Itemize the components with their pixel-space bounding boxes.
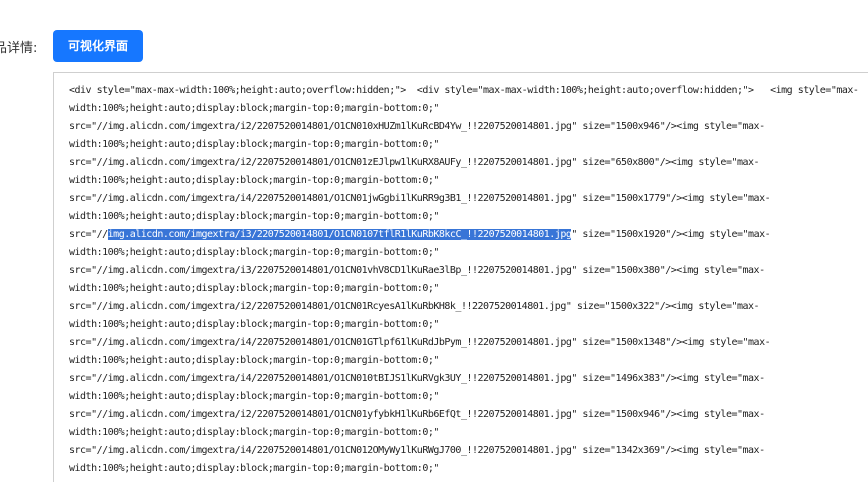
code-line[interactable]: width:100%;height:auto;display:block;mar… — [69, 280, 868, 298]
code-line-text[interactable]: src="// — [69, 229, 108, 240]
code-line-text[interactable]: width:100%;height:auto;display:block;mar… — [69, 463, 439, 474]
code-line[interactable]: width:100%;height:auto;display:block;mar… — [69, 424, 868, 442]
code-line-text[interactable]: src="//img.alicdn.com/imgextra/i4/220752… — [69, 373, 765, 384]
selected-text[interactable]: img.alicdn.com/imgextra/i3/2207520014801… — [107, 229, 572, 240]
product-detail-editor-page: 品详情: 可视化界面 <div style="max-max-width:100… — [0, 0, 868, 482]
code-line-text[interactable]: width:100%;height:auto;display:block;mar… — [69, 427, 439, 438]
code-line[interactable]: width:100%;height:auto;display:block;mar… — [69, 136, 868, 154]
code-line-text[interactable]: src="//img.alicdn.com/imgextra/i2/220752… — [69, 301, 760, 312]
code-line[interactable]: src="//img.alicdn.com/imgextra/i3/220752… — [69, 262, 868, 280]
code-line[interactable]: src="//img.alicdn.com/imgextra/i4/220752… — [69, 334, 868, 352]
code-line[interactable]: src="//img.alicdn.com/imgextra/i2/220752… — [69, 154, 868, 172]
code-line-text[interactable]: src="//img.alicdn.com/imgextra/i4/220752… — [69, 193, 771, 204]
code-line-text[interactable]: width:100%;height:auto;display:block;mar… — [69, 283, 439, 294]
code-line-text[interactable]: width:100%;height:auto;display:block;mar… — [69, 139, 439, 150]
code-line[interactable]: src="//img.alicdn.com/imgextra/i4/220752… — [69, 442, 868, 460]
code-line[interactable]: width:100%;height:auto;display:block;mar… — [69, 208, 868, 226]
code-line-text[interactable]: src="//img.alicdn.com/imgextra/i4/220752… — [69, 337, 771, 348]
code-line-text[interactable]: " size="1500x1920"/><img style="max- — [571, 229, 770, 240]
code-line-text[interactable]: src="//img.alicdn.com/imgextra/i2/220752… — [69, 409, 765, 420]
code-line-text[interactable]: src="//img.alicdn.com/imgextra/i2/220752… — [69, 157, 760, 168]
code-line[interactable]: width:100%;height:auto;display:block;mar… — [69, 388, 868, 406]
html-source-text[interactable]: <div style="max-max-width:100%;height:au… — [69, 82, 868, 478]
code-line-text[interactable]: <div style="max-max-width:100%;height:au… — [69, 85, 859, 96]
code-line[interactable]: width:100%;height:auto;display:block;mar… — [69, 172, 868, 190]
code-line[interactable]: width:100%;height:auto;display:block;mar… — [69, 316, 868, 334]
code-line[interactable]: src="//img.alicdn.com/imgextra/i4/220752… — [69, 190, 868, 208]
code-line-text[interactable]: width:100%;height:auto;display:block;mar… — [69, 355, 439, 366]
code-line-text[interactable]: width:100%;height:auto;display:block;mar… — [69, 391, 439, 402]
code-line[interactable]: width:100%;height:auto;display:block;mar… — [69, 100, 868, 118]
code-line-text[interactable]: width:100%;height:auto;display:block;mar… — [69, 247, 439, 258]
code-line-text[interactable]: src="//img.alicdn.com/imgextra/i2/220752… — [69, 121, 765, 132]
code-line[interactable]: width:100%;height:auto;display:block;mar… — [69, 352, 868, 370]
code-line[interactable]: <div style="max-max-width:100%;height:au… — [69, 82, 868, 100]
html-source-editor[interactable]: <div style="max-max-width:100%;height:au… — [53, 72, 868, 482]
visual-editor-button[interactable]: 可视化界面 — [53, 30, 143, 62]
code-line[interactable]: src="//img.alicdn.com/imgextra/i4/220752… — [69, 370, 868, 388]
code-line-text[interactable]: src="//img.alicdn.com/imgextra/i4/220752… — [69, 445, 765, 456]
code-line[interactable]: width:100%;height:auto;display:block;mar… — [69, 460, 868, 478]
code-line[interactable]: src="//img.alicdn.com/imgextra/i2/220752… — [69, 406, 868, 424]
code-line[interactable]: src="//img.alicdn.com/imgextra/i2/220752… — [69, 298, 868, 316]
field-label: 品详情: — [0, 41, 38, 56]
code-line-text[interactable]: width:100%;height:auto;display:block;mar… — [69, 319, 439, 330]
code-line-text[interactable]: width:100%;height:auto;display:block;mar… — [69, 103, 439, 114]
code-line[interactable]: src="//img.alicdn.com/imgextra/i2/220752… — [69, 118, 868, 136]
code-line-text[interactable]: width:100%;height:auto;display:block;mar… — [69, 211, 439, 222]
code-line-text[interactable]: width:100%;height:auto;display:block;mar… — [69, 175, 439, 186]
code-line-text[interactable]: src="//img.alicdn.com/imgextra/i3/220752… — [69, 265, 765, 276]
code-line[interactable]: width:100%;height:auto;display:block;mar… — [69, 244, 868, 262]
code-line[interactable]: src="//img.alicdn.com/imgextra/i3/220752… — [69, 226, 868, 244]
